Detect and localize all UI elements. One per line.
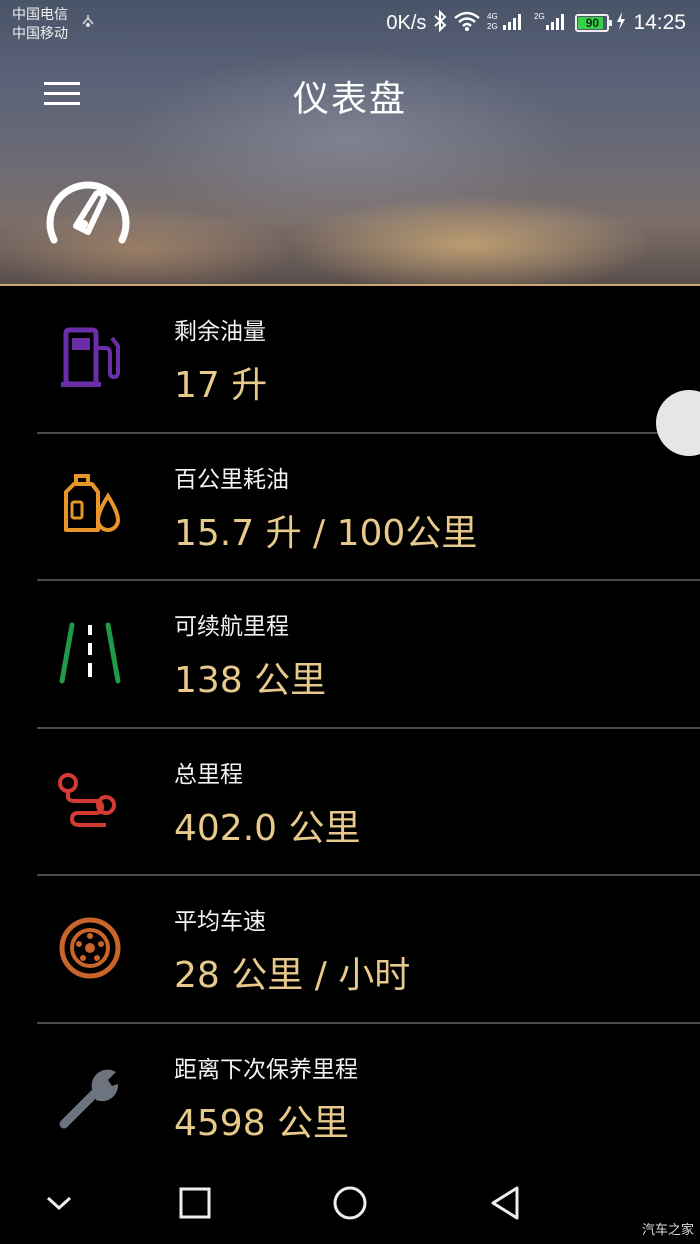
item-value: 138 公里 xyxy=(174,660,327,701)
item-value: 17 升 xyxy=(174,365,268,406)
signal-4g-icon: 4G 2G xyxy=(487,11,527,36)
item-label: 平均车速 xyxy=(174,909,266,935)
usb-debug-icon xyxy=(80,14,96,31)
oil-can-icon xyxy=(56,472,124,540)
recents-square-icon[interactable] xyxy=(170,1178,220,1228)
list-item-driving-range[interactable]: 可续航里程 138 公里 xyxy=(0,581,700,729)
chevron-down-icon[interactable] xyxy=(34,1178,84,1228)
back-triangle-icon[interactable] xyxy=(481,1178,531,1228)
watermark: 汽车之家 xyxy=(641,1222,694,1237)
signal-2g-icon: 2G xyxy=(534,11,568,36)
clock: 14:25 xyxy=(633,11,686,34)
battery-indicator: 90 xyxy=(575,14,613,32)
carrier-2: 中国移动 xyxy=(12,25,68,41)
svg-text:2G: 2G xyxy=(534,12,545,21)
network-speed: 0K/s xyxy=(386,11,427,34)
charging-icon xyxy=(616,11,626,35)
fuel-pump-icon xyxy=(56,324,124,392)
list-item-remaining-fuel[interactable]: 剩余油量 17 升 xyxy=(0,286,700,434)
bluetooth-icon xyxy=(433,9,447,37)
speedometer-icon xyxy=(44,174,132,250)
svg-text:4G: 4G xyxy=(487,12,498,21)
svg-text:2G: 2G xyxy=(487,22,498,31)
road-icon xyxy=(56,619,124,687)
battery-level: 90 xyxy=(585,16,600,30)
battery-tip xyxy=(609,20,613,26)
item-label: 百公里耗油 xyxy=(174,466,289,493)
route-icon xyxy=(56,767,124,835)
wifi-icon xyxy=(454,11,481,36)
system-nav-bar: 汽车之家 xyxy=(0,1162,700,1244)
carrier-1: 中国电信 xyxy=(12,6,68,22)
page-title: 仪表盘 xyxy=(292,79,407,120)
list-item-average-speed[interactable]: 平均车速 28 公里 / 小时 xyxy=(0,876,700,1024)
list-item-total-mileage[interactable]: 总里程 402.0 公里 xyxy=(0,729,700,876)
dashboard-list: 剩余油量 17 升 百公里耗油 15.7 升 / 100公里 可续航里程 138 xyxy=(0,286,700,1171)
home-circle-icon[interactable] xyxy=(325,1178,375,1228)
wrench-icon xyxy=(56,1062,124,1130)
item-label: 总里程 xyxy=(174,761,243,788)
item-label: 剩余油量 xyxy=(174,319,266,345)
status-indicators: 0K/s 4G 2G 2G 90 14:25 xyxy=(386,9,686,37)
list-item-next-maintenance[interactable]: 距离下次保养里程 4598 公里 xyxy=(0,1024,700,1172)
item-label: 距离下次保养里程 xyxy=(174,1056,358,1083)
item-label: 可续航里程 xyxy=(174,614,289,640)
status-bar: 中国电信 中国移动 0K/s 4G 2G 2G 90 14:25 xyxy=(0,0,700,48)
item-value: 402.0 公里 xyxy=(174,807,361,849)
list-item-fuel-consumption[interactable]: 百公里耗油 15.7 升 / 100公里 xyxy=(0,434,700,581)
header: 中国电信 中国移动 0K/s 4G 2G 2G 90 14:25 仪表盘 xyxy=(0,0,700,286)
item-value: 4598 公里 xyxy=(174,1102,350,1144)
carrier-names: 中国电信 中国移动 xyxy=(12,5,68,43)
item-value: 15.7 升 / 100公里 xyxy=(174,512,478,554)
wheel-icon xyxy=(56,914,124,982)
item-value: 28 公里 / 小时 xyxy=(174,955,411,996)
